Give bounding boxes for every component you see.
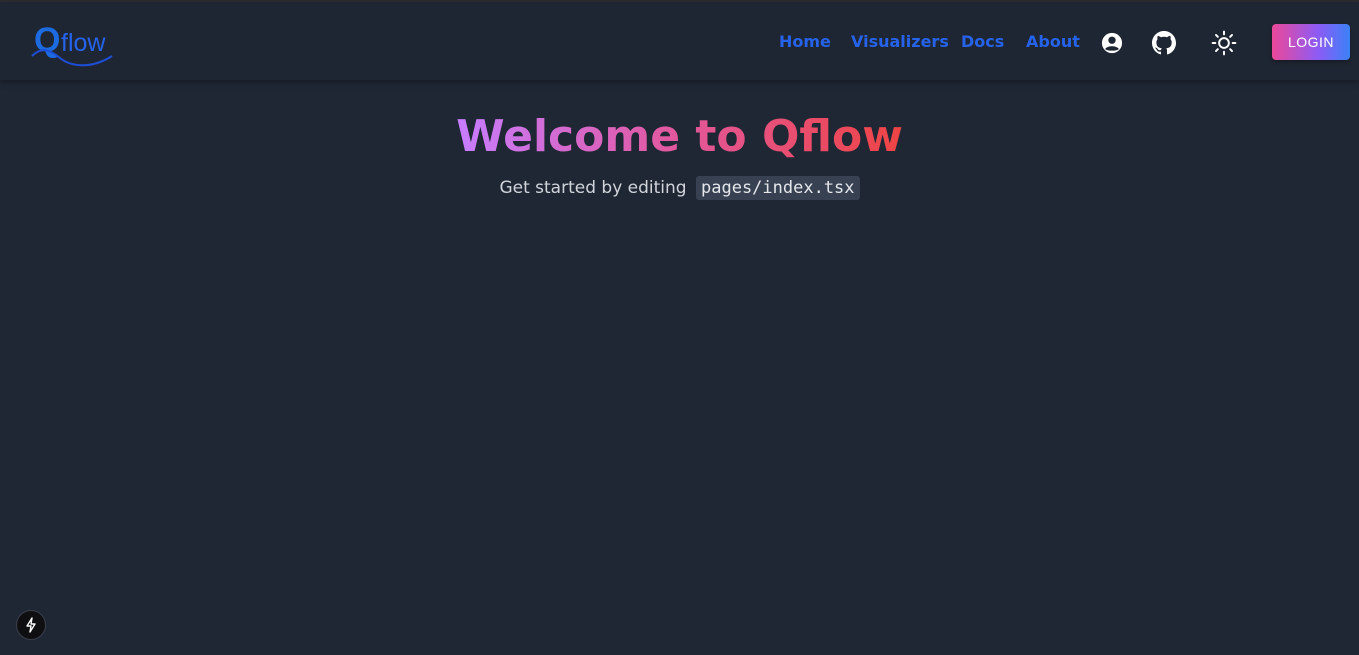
nav-home-link[interactable]: Home: [779, 31, 831, 53]
nav-visualizers-link[interactable]: Visualizers: [851, 31, 949, 53]
github-icon: [1152, 31, 1176, 55]
lightning-bolt-icon: [26, 617, 36, 633]
theme-toggle-button[interactable]: [1211, 30, 1237, 56]
sun-icon: [1211, 30, 1237, 56]
nav-docs-link[interactable]: Docs: [961, 31, 1004, 53]
nav-about-link[interactable]: About: [1026, 31, 1080, 53]
subtitle: Get started by editing pages/index.tsx: [0, 174, 1359, 202]
account-button[interactable]: [1099, 30, 1125, 56]
subtitle-text: Get started by editing: [499, 178, 687, 198]
subtitle-code: pages/index.tsx: [696, 176, 860, 200]
login-button[interactable]: LOGIN: [1272, 24, 1350, 60]
qflow-logo[interactable]: Q flow: [30, 21, 116, 68]
page-title-text: Welcome to Qflow: [456, 111, 903, 162]
dev-indicator-button[interactable]: [16, 610, 46, 640]
page-title: Welcome to Qflow: [0, 108, 1359, 166]
account-circle-icon: [1101, 32, 1123, 54]
logo-swoosh-icon: [31, 49, 113, 67]
github-button[interactable]: [1151, 30, 1177, 56]
navbar: Q flow Home Visualizers Docs About LOGIN: [0, 2, 1359, 80]
page: Q flow Home Visualizers Docs About LOGIN…: [0, 0, 1359, 655]
